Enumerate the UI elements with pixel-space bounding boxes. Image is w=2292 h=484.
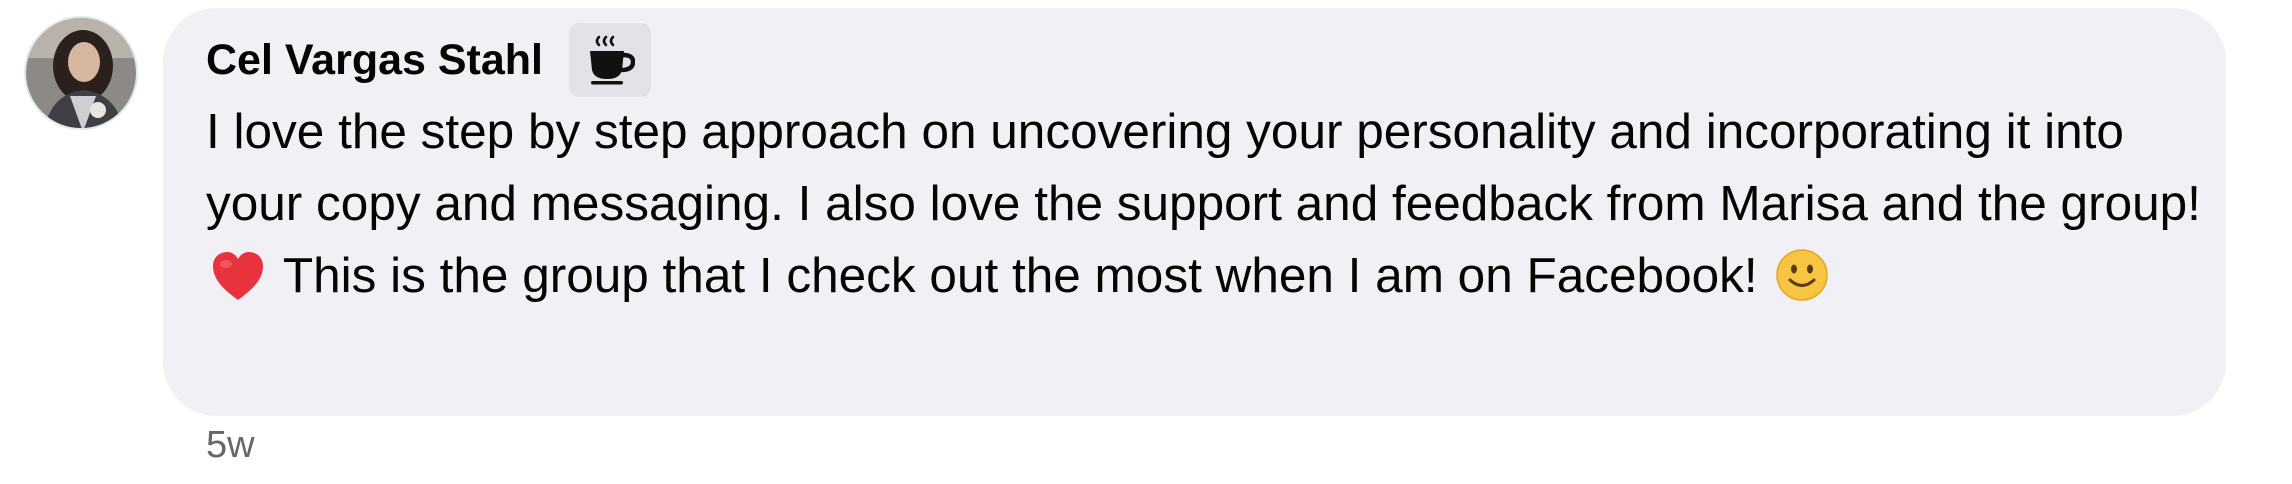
comment-text: I love the step by step approach on unco… [206,96,2216,322]
slightly-smiling-face-emoji [1775,248,1829,322]
author-name[interactable]: Cel Vargas Stahl [206,36,543,85]
comment-text-part-1: I love the step by step approach on unco… [206,104,2201,231]
coffee-cup-glyph [590,35,635,85]
coffee-cup-icon[interactable] [569,23,651,97]
comment-timestamp[interactable]: 5w [206,424,255,467]
comment-header: Cel Vargas Stahl [206,23,651,97]
author-avatar[interactable] [24,16,138,130]
red-heart-emoji [210,250,266,322]
comment-text-part-2: This is the group that I check out the m… [282,248,1758,303]
avatar-photo [26,18,136,128]
